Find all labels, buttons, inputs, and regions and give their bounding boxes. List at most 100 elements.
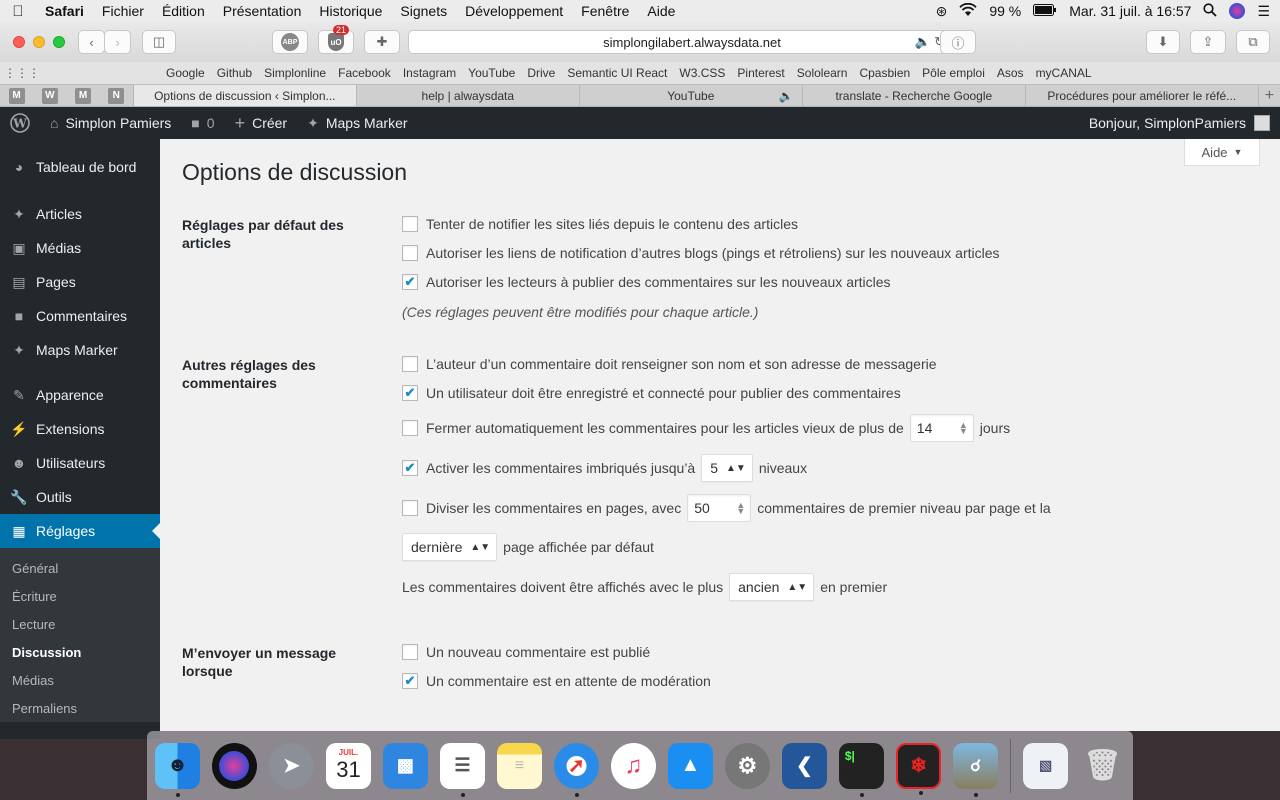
help-tab-button[interactable]: Aide ▼	[1184, 139, 1260, 166]
extension-button[interactable]: ✚	[364, 30, 400, 54]
menu-signets[interactable]: Signets	[391, 3, 456, 19]
ublock-extension-button[interactable]: uO 21	[318, 25, 354, 54]
sidebar-item-comments[interactable]: ■ Commentaires	[0, 299, 160, 333]
keynote-icon[interactable]: ▩	[382, 742, 428, 789]
pinned-tab[interactable]: W	[33, 85, 66, 106]
new-tab-button[interactable]: +	[1257, 85, 1280, 106]
bookmark-mycanal[interactable]: myCANAL	[1030, 66, 1098, 80]
calendar-icon[interactable]: JUIL. 31	[325, 742, 371, 789]
bookmark-drive[interactable]: Drive	[521, 66, 561, 80]
comments-menu[interactable]: ■ 0	[181, 115, 224, 131]
option-allow-comments[interactable]: ✔ Autoriser les lecteurs à publier des c…	[402, 274, 891, 290]
wifi-icon[interactable]	[959, 2, 977, 20]
sidebar-item-pages[interactable]: ▤ Pages	[0, 265, 160, 299]
checkbox-unchecked[interactable]	[402, 245, 418, 261]
checkbox-checked[interactable]: ✔	[402, 274, 418, 290]
bookmark-pole-emploi[interactable]: Pôle emploi	[916, 66, 991, 80]
datetime[interactable]: Mar. 31 juil. à 16:57	[1069, 3, 1191, 19]
sidebar-item-extensions[interactable]: ⚡ Extensions	[0, 412, 160, 446]
comments-per-page-input[interactable]: 50 ▲ ▼	[687, 494, 752, 522]
option-allow-pingbacks[interactable]: Autoriser les liens de notification d’au…	[402, 245, 1000, 261]
option-require-registration[interactable]: ✔ Un utilisateur doit être enregistré et…	[402, 385, 901, 401]
reminders-icon[interactable]: ☰	[439, 742, 485, 797]
top-sites-grid-icon[interactable]: ⋮⋮⋮	[0, 66, 44, 80]
option-threaded-comments[interactable]: ✔ Activer les commentaires imbriqués jus…	[402, 454, 807, 482]
music-icon[interactable]: ♫	[610, 742, 656, 789]
submenu-permalinks[interactable]: Permaliens	[0, 694, 160, 722]
sidebar-item-users[interactable]: ☻ Utilisateurs	[0, 446, 160, 480]
sidebar-item-appearance[interactable]: ✎ Apparence	[0, 378, 160, 412]
close-comments-days-input[interactable]: 14 ▲ ▼	[909, 414, 974, 442]
menu-aide[interactable]: Aide	[638, 3, 684, 19]
bookmark-github[interactable]: Github	[211, 66, 258, 80]
adblock-extension-button[interactable]: ABP	[272, 30, 308, 54]
downloads-button[interactable]: ⬇	[1146, 30, 1180, 54]
option-notify-linked-sites[interactable]: Tenter de notifier les sites liés depuis…	[402, 216, 798, 232]
option-paginate-comments[interactable]: Diviser les commentaires en pages, avec …	[402, 494, 1051, 522]
checkbox-unchecked[interactable]	[402, 356, 418, 372]
menu-historique[interactable]: Historique	[310, 3, 391, 19]
pinned-tab[interactable]: M	[0, 85, 33, 106]
submenu-general[interactable]: Général	[0, 554, 160, 582]
checkbox-checked[interactable]: ✔	[402, 460, 418, 476]
battery-icon[interactable]	[1033, 3, 1057, 19]
sidebar-item-medias[interactable]: ▣ Médias	[0, 231, 160, 265]
battery-percent[interactable]: 99 %	[989, 3, 1021, 19]
pinned-tab[interactable]: M	[66, 85, 99, 106]
notes-icon[interactable]: ≡	[496, 742, 542, 789]
checkbox-unchecked[interactable]	[402, 216, 418, 232]
back-button[interactable]: ‹	[78, 30, 105, 54]
bookmark-instagram[interactable]: Instagram	[397, 66, 462, 80]
checkbox-unchecked[interactable]	[402, 420, 418, 436]
sidebar-toggle-button[interactable]: ◫	[142, 30, 176, 54]
submenu-discussion[interactable]: Discussion	[0, 638, 160, 666]
bookmark-cpasbien[interactable]: Cpasbien	[853, 66, 916, 80]
app-store-icon[interactable]: ▲	[667, 742, 713, 789]
tab-audio-icon[interactable]: 🔈	[779, 89, 794, 103]
bookmark-google[interactable]: Google	[160, 66, 211, 80]
submenu-media[interactable]: Médias	[0, 666, 160, 694]
account-menu[interactable]: Bonjour, SimplonPamiers	[1089, 115, 1270, 131]
tab-options-discussion[interactable]: Options de discussion ‹ Simplon...	[132, 85, 356, 106]
option-require-name-email[interactable]: L’auteur d’un commentaire doit renseigne…	[402, 356, 937, 372]
menu-edition[interactable]: Édition	[153, 3, 214, 19]
siri-icon[interactable]	[1229, 3, 1246, 19]
tab-procedures[interactable]: Procédures pour améliorer le réfé...	[1024, 85, 1258, 106]
address-bar[interactable]: simplongilabert.alwaysdata.net 🔈 ↻	[408, 30, 976, 54]
terminal-icon[interactable]: $|	[838, 742, 885, 797]
sidebar-item-maps-marker[interactable]: ✦ Maps Marker	[0, 333, 160, 367]
menu-developpement[interactable]: Développement	[456, 3, 572, 19]
bookmark-simplonline[interactable]: Simplonline	[258, 66, 332, 80]
thread-depth-select[interactable]: 5 ▲▼	[701, 454, 753, 482]
pinned-tab[interactable]: N	[100, 85, 133, 106]
bookmark-youtube[interactable]: YouTube	[462, 66, 521, 80]
spinner-arrows-icon[interactable]: ▲ ▼	[736, 501, 745, 516]
comment-order-select[interactable]: ancien ▲▼	[729, 573, 815, 601]
option-close-comments[interactable]: Fermer automatiquement les commentaires …	[402, 414, 1010, 442]
tab-help-alwaysdata[interactable]: help | alwaysdata	[355, 85, 579, 106]
vscode-icon[interactable]: ❮	[781, 742, 827, 789]
bookmark-w3css[interactable]: W3.CSS	[673, 66, 731, 80]
spinner-arrows-icon[interactable]: ▲ ▼	[959, 421, 968, 436]
forward-button[interactable]: ›	[104, 30, 131, 54]
new-content-menu[interactable]: + Créer	[225, 113, 298, 134]
maps-marker-menu[interactable]: ✦ Maps Marker	[297, 115, 417, 132]
menu-fenetre[interactable]: Fenêtre	[572, 3, 638, 19]
bookmark-semantic-ui-react[interactable]: Semantic UI React	[561, 66, 673, 80]
share-button[interactable]: ⇪	[1190, 30, 1226, 54]
reader-info-button[interactable]: ⓘ	[940, 30, 976, 54]
tab-youtube[interactable]: YouTube 🔈	[578, 85, 802, 106]
site-name-menu[interactable]: ⌂ Simplon Pamiers	[40, 115, 181, 131]
close-window-button[interactable]	[13, 36, 25, 48]
wp-logo-menu[interactable]: W	[0, 113, 40, 133]
bookmark-pinterest[interactable]: Pinterest	[731, 66, 790, 80]
zoom-window-button[interactable]	[53, 36, 65, 48]
launchpad-icon[interactable]: ➤	[268, 742, 314, 789]
system-preferences-icon[interactable]: ⚙	[724, 742, 770, 789]
minimize-window-button[interactable]	[33, 36, 45, 48]
tab-translate[interactable]: translate - Recherche Google	[801, 85, 1025, 106]
checkbox-checked[interactable]: ✔	[402, 385, 418, 401]
apple-menu-icon[interactable]: 	[0, 3, 36, 20]
sidebar-item-tools[interactable]: 🔧 Outils	[0, 480, 160, 514]
siri-app-icon[interactable]	[211, 742, 257, 789]
